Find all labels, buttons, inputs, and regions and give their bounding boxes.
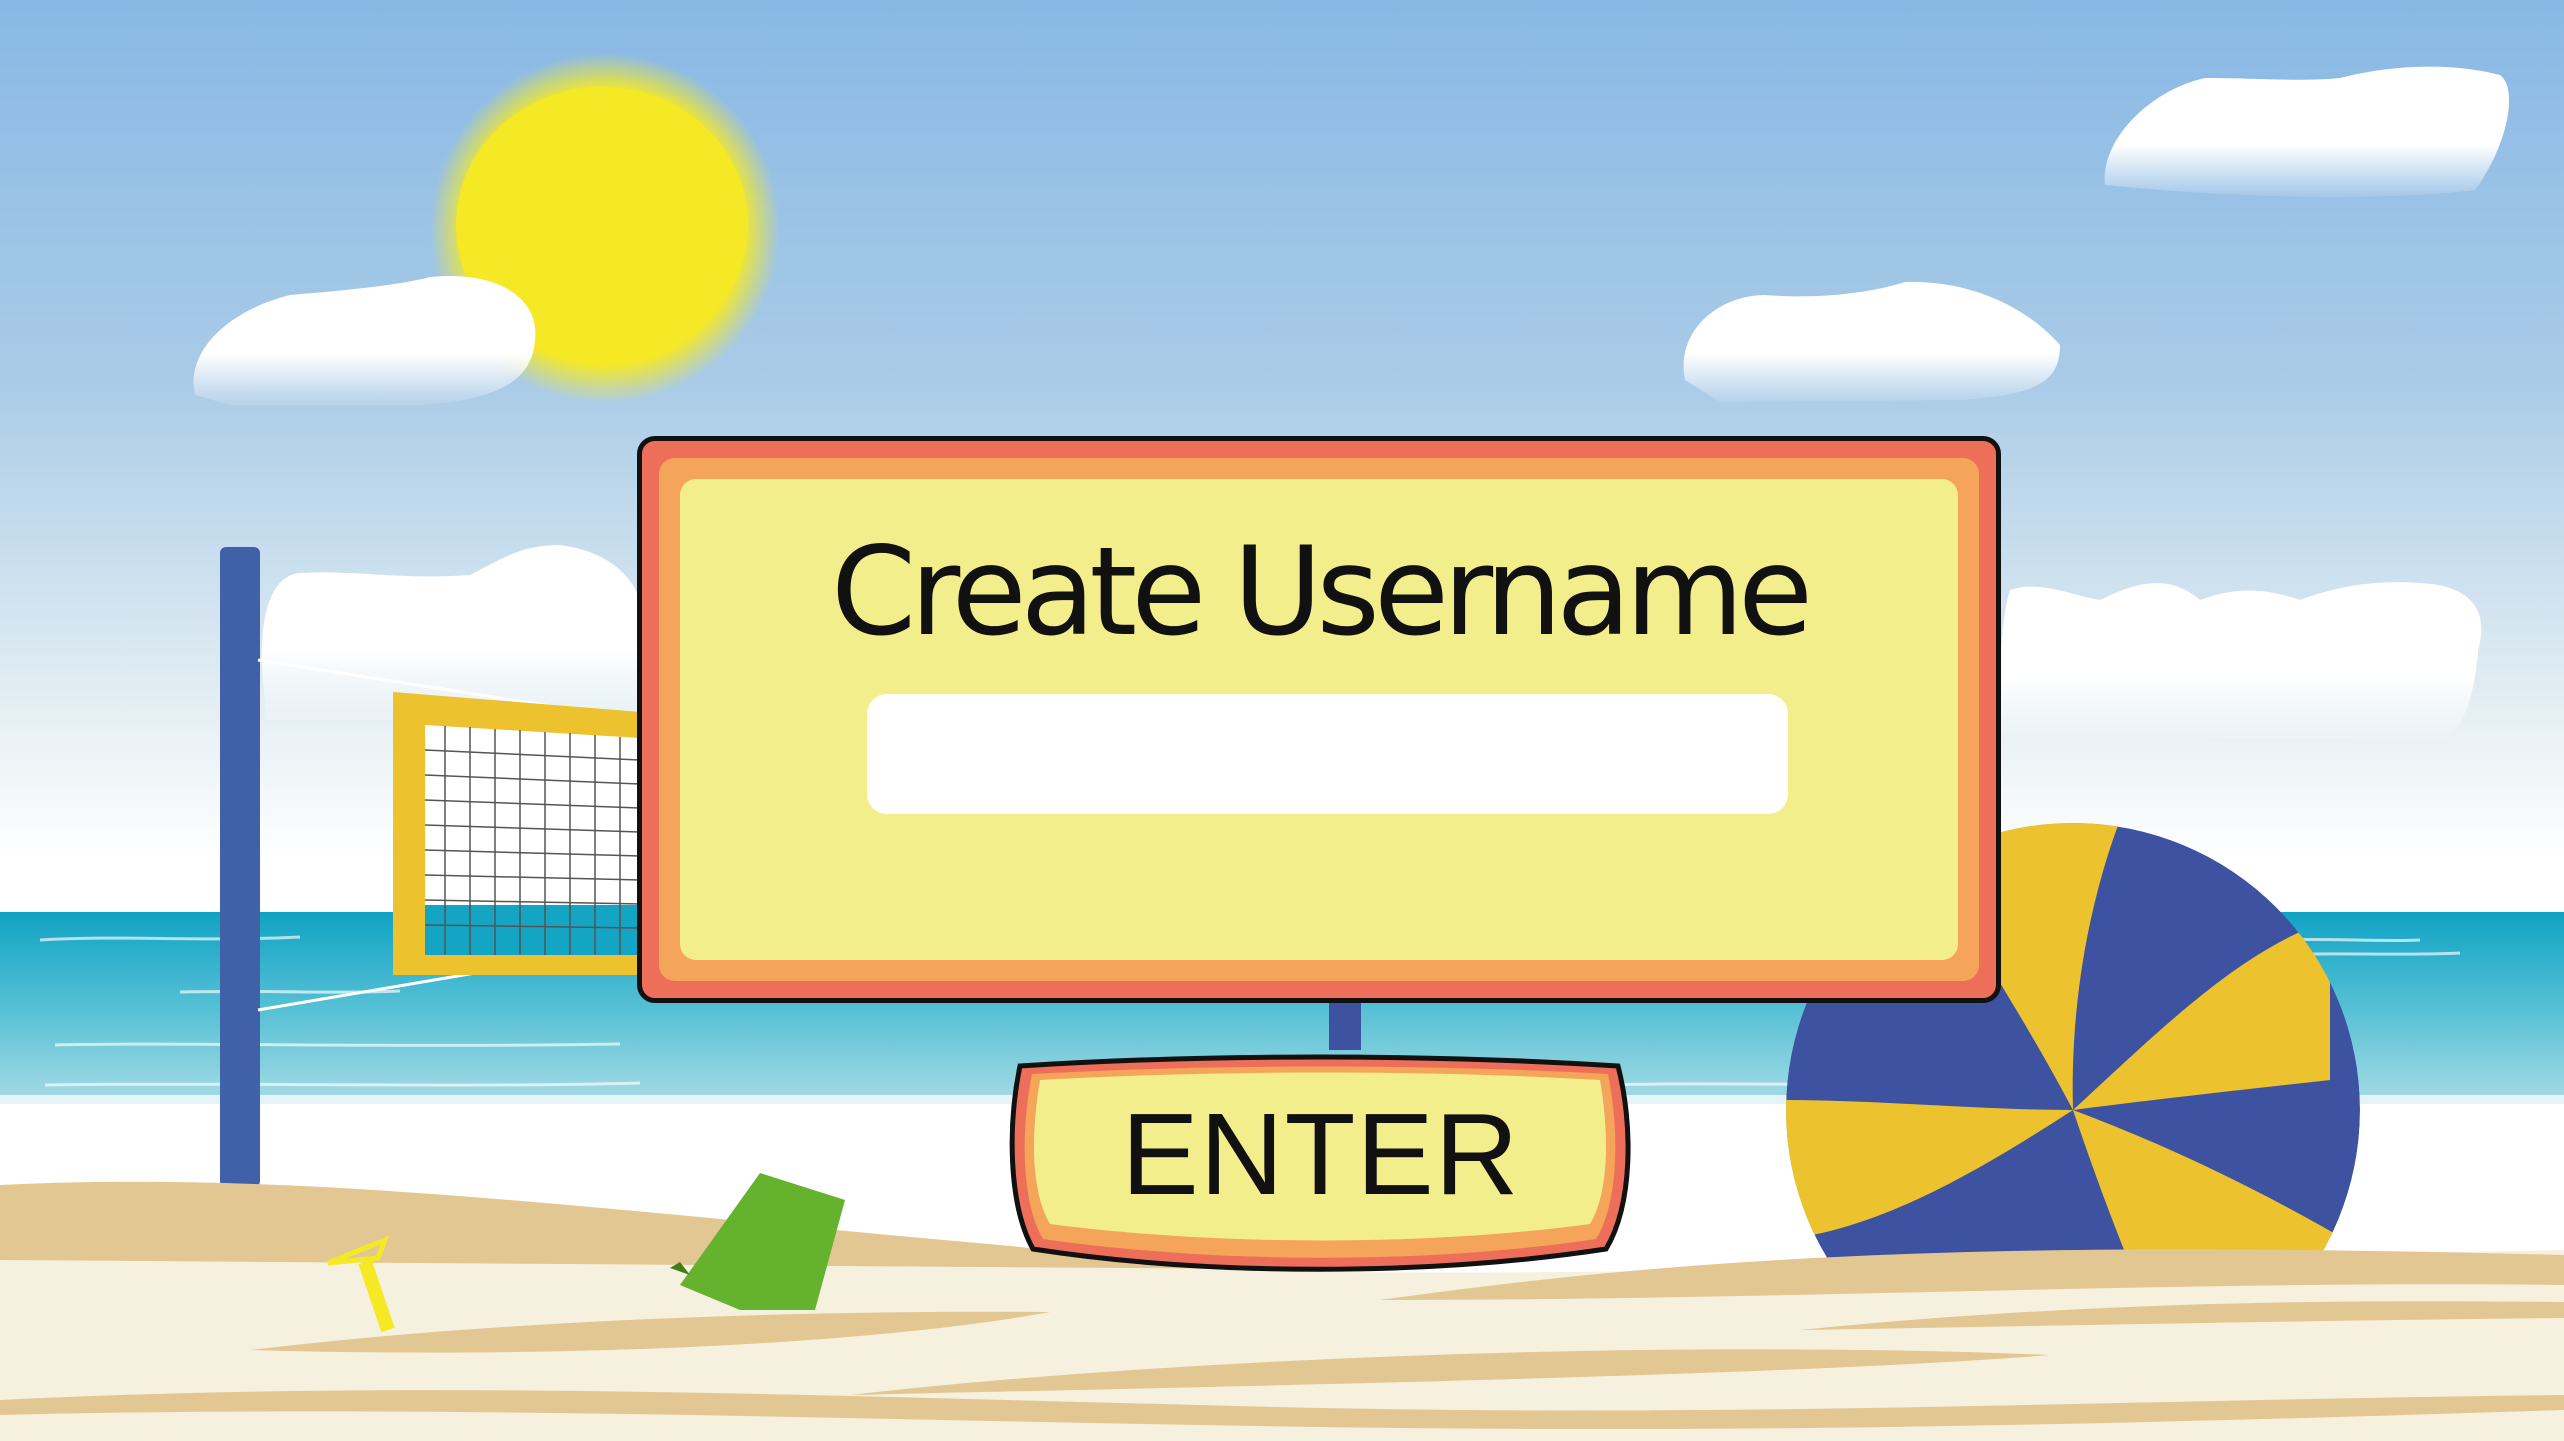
beach-scene: Create Username ENTER (0, 0, 2564, 1441)
username-signboard: Create Username (637, 436, 2001, 1003)
username-input[interactable] (867, 694, 1788, 814)
page-title: Create Username (830, 521, 1813, 663)
sign-post (1329, 995, 1361, 1050)
enter-button-label: ENTER (1121, 1089, 1520, 1219)
enter-button[interactable]: ENTER (1008, 1044, 1633, 1281)
